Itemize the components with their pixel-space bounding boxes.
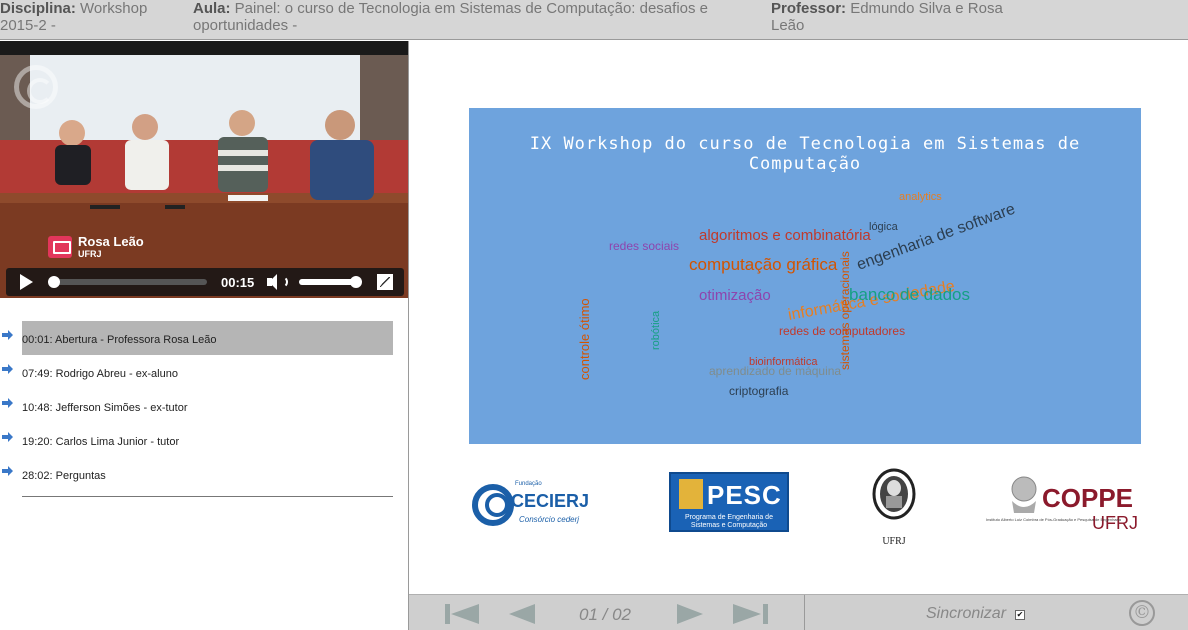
speaker-caption: Rosa Leão UFRJ <box>48 232 144 262</box>
pesc-text: PESC <box>707 480 782 510</box>
chapter-label: 19:20: Carlos Lima Junior - tutor <box>22 436 180 448</box>
course-header: Disciplina: Workshop 2015-2 - Aula: Pain… <box>0 0 1188 40</box>
arrow-right-icon <box>2 330 13 340</box>
volume-icon[interactable] <box>267 274 289 290</box>
chapter-label: 00:01: Abertura - Professora Rosa Leão <box>22 321 393 355</box>
cloud-word: algoritmos e combinatória <box>699 227 871 244</box>
sponsor-logos: Fundação CECIERJ Consórcio cederj PESC P… <box>409 461 1188 571</box>
discipline-info: Disciplina: Workshop 2015-2 - <box>0 0 170 34</box>
coppe-subtitle: Instituto Alberto Luiz Coimbra de Pós-Gr… <box>986 517 1122 522</box>
arrow-right-icon <box>2 398 13 408</box>
first-slide-icon[interactable] <box>445 604 481 624</box>
volume-handle[interactable] <box>350 276 362 288</box>
lesson-label: Aula: <box>193 0 231 17</box>
cloud-word: criptografia <box>729 384 789 398</box>
cloud-word: redes sociais <box>609 239 679 253</box>
cloud-word: controle ótimo <box>577 298 592 380</box>
cloud-word: engenharia de software <box>855 201 1018 274</box>
slide-view: IX Workshop do curso de Tecnologia em Si… <box>409 41 1188 594</box>
ufrj-logo: UFRJ <box>872 468 916 547</box>
arrow-right-icon <box>2 466 13 476</box>
chapter-item[interactable]: 00:01: Abertura - Professora Rosa Leão <box>0 321 408 355</box>
chapter-label: 28:02: Perguntas <box>22 470 106 482</box>
sync-label: Sincronizar <box>926 605 1007 622</box>
left-panel: Rosa Leão UFRJ 00:15 00:01: Abertura - P… <box>0 41 408 630</box>
volume-level <box>299 279 356 285</box>
discipline-label: Disciplina: <box>0 0 76 17</box>
cloud-word: otimização <box>699 287 771 304</box>
current-time: 00:15 <box>221 274 255 290</box>
fullscreen-icon[interactable] <box>377 274 393 290</box>
slide-banner: IX Workshop do curso de Tecnologia em Si… <box>469 108 1141 444</box>
coppe-text: COPPE <box>1042 483 1133 513</box>
cloud-word: bioinformática <box>749 356 818 368</box>
copyright-icon[interactable]: © <box>1129 600 1155 626</box>
video-player[interactable]: Rosa Leão UFRJ 00:15 <box>0 41 408 298</box>
word-cloud: algoritmos e combinatória computação gráf… <box>577 191 1018 398</box>
chapter-label: 07:49: Rodrigo Abreu - ex-aluno <box>22 368 178 380</box>
arrow-right-icon <box>2 364 13 374</box>
speaker-name: Rosa Leão <box>78 234 144 249</box>
cloud-word: robótica <box>650 310 662 350</box>
pesc-logo: PESC Programa de Engenharia de Sistemas … <box>669 472 789 532</box>
coppe-ufrj-text: UFRJ <box>1092 513 1138 533</box>
play-icon[interactable] <box>20 274 33 290</box>
slide-title: IX Workshop do curso de Tecnologia em Si… <box>529 134 1081 174</box>
next-slide-icon[interactable] <box>677 604 703 624</box>
seek-handle[interactable] <box>47 276 60 288</box>
pesc-subtitle: Programa de Engenharia de Sistemas e Com… <box>685 514 773 529</box>
last-slide-icon[interactable] <box>733 604 769 624</box>
cloud-word: analytics <box>899 191 942 203</box>
cecierj-top-text: Fundação <box>515 481 542 487</box>
chapter-list-divider <box>22 496 393 497</box>
volume-slider[interactable] <box>299 276 362 288</box>
video-controls: 00:15 <box>6 268 404 296</box>
cecierj-text: CECIERJ <box>511 491 589 511</box>
presenter-icon <box>48 236 72 258</box>
chapter-item[interactable]: 07:49: Rodrigo Abreu - ex-aluno <box>0 355 408 389</box>
coppe-logo: COPPE UFRJ Instituto Alberto Luiz Coimbr… <box>986 476 1138 533</box>
navbar-divider <box>804 595 805 630</box>
previous-slide-icon[interactable] <box>509 604 535 624</box>
pesc-mark-icon <box>679 479 703 509</box>
chapter-label: 10:48: Jefferson Simões - ex-tutor <box>22 402 188 414</box>
cloud-word: computação gráfica <box>689 255 838 274</box>
cloud-word: banco de dados <box>849 285 970 304</box>
seek-bar[interactable] <box>47 276 207 288</box>
sync-checkbox[interactable]: ✔ <box>1015 610 1025 620</box>
speaker-org: UFRJ <box>78 249 102 259</box>
slide-navigation: 01 / 02 Sincronizar ✔ © <box>409 594 1188 630</box>
chapter-item[interactable]: 10:48: Jefferson Simões - ex-tutor <box>0 389 408 423</box>
teacher-info: Professor: Edmundo Silva e Rosa Leão <box>771 0 1031 34</box>
arrow-right-icon <box>2 432 13 442</box>
cecierj-logo: Fundação CECIERJ Consórcio cederj <box>472 481 589 526</box>
lesson-value: Painel: o curso de Tecnologia em Sistema… <box>193 0 708 34</box>
chapter-item[interactable]: 19:20: Carlos Lima Junior - tutor <box>0 423 408 457</box>
cloud-word: sistemas operacionais <box>838 251 852 370</box>
page-indicator: 01 / 02 <box>579 605 631 624</box>
ufrj-text: UFRJ <box>882 536 905 547</box>
teacher-label: Professor: <box>771 0 847 17</box>
watermark-logo-icon <box>14 65 58 109</box>
chapter-list: 00:01: Abertura - Professora Rosa Leão 0… <box>0 321 408 491</box>
lesson-info: Aula: Painel: o curso de Tecnologia em S… <box>193 0 753 34</box>
cecierj-sub-text: Consórcio cederj <box>519 515 579 524</box>
cloud-word: lógica <box>869 221 899 233</box>
chapter-item[interactable]: 28:02: Perguntas <box>0 457 408 491</box>
